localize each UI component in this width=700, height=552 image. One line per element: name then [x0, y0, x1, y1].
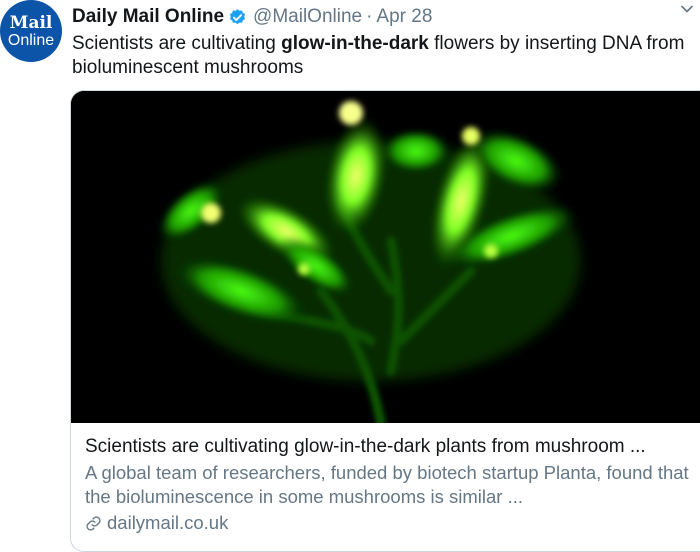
avatar-logo-line1: Mail	[9, 13, 53, 33]
verified-badge-icon	[230, 8, 246, 24]
card-body: Scientists are cultivating glow-in-the-d…	[85, 435, 700, 535]
avatar[interactable]: Mail Online	[0, 0, 62, 62]
tweet-header: Daily Mail Online @MailOnline · Apr 28	[72, 5, 700, 29]
tweet-text: Scientists are cultivating glow-in-the-d…	[72, 32, 697, 80]
avatar-logo-line2: Online	[7, 32, 55, 49]
card-description: A global team of researchers, funded by …	[85, 462, 689, 507]
author-name[interactable]: Daily Mail Online	[72, 6, 224, 28]
author-handle[interactable]: @MailOnline	[253, 6, 362, 28]
link-card[interactable]: Scientists are cultivating glow-in-the-d…	[70, 90, 700, 552]
tweet-date[interactable]: Apr 28	[376, 6, 432, 28]
card-domain-row[interactable]: dailymail.co.uk	[85, 511, 700, 535]
card-title[interactable]: Scientists are cultivating glow-in-the-d…	[85, 435, 700, 459]
tweet-text-part1: Scientists are cultivating	[72, 33, 282, 54]
tweet-text-bold: glow-in-the-dark	[281, 33, 429, 54]
header-separator: ·	[366, 6, 373, 27]
link-icon	[86, 515, 101, 531]
card-image[interactable]	[71, 91, 700, 423]
chevron-down-icon[interactable]	[680, 2, 694, 16]
card-domain[interactable]: dailymail.co.uk	[107, 511, 228, 535]
